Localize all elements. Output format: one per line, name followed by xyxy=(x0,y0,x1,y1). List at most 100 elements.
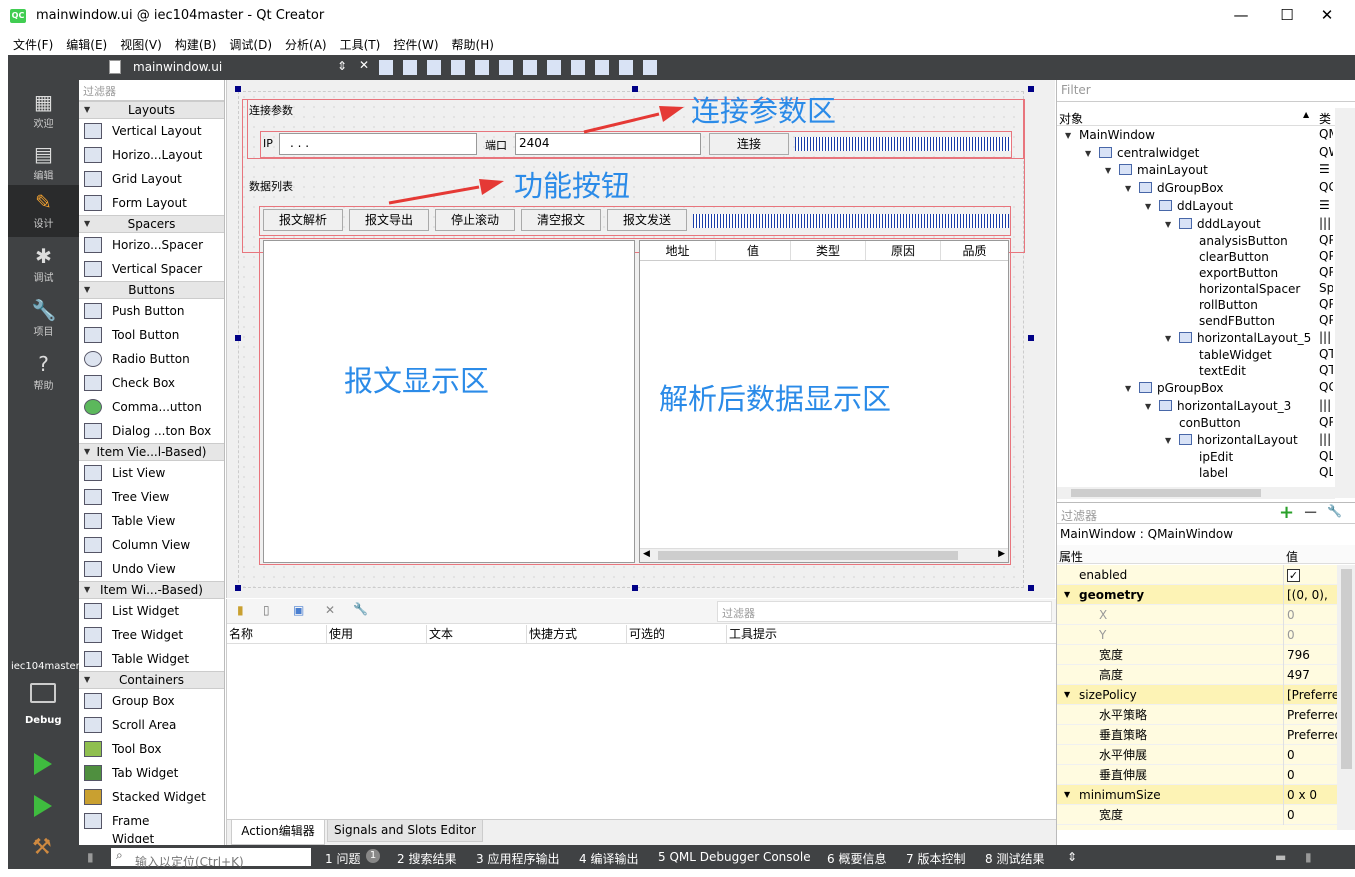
configure-icon[interactable]: 🔧 xyxy=(1327,504,1342,518)
kit-project-label[interactable]: iec104master xyxy=(11,661,80,672)
menu-tools[interactable]: 工具(T) xyxy=(327,33,387,53)
property-row-minimumsize[interactable]: ▼ minimumSize 0 x 0 xyxy=(1057,785,1337,805)
property-row-height[interactable]: 高度 497 xyxy=(1057,665,1337,685)
tree-item-ipedit[interactable]: ipEdit xyxy=(1057,449,1327,466)
menu-edit[interactable]: 编辑(E) xyxy=(53,33,113,53)
expand-icon[interactable]: ▼ xyxy=(1145,398,1151,415)
widget-undo-view[interactable]: Undo View xyxy=(79,557,224,581)
file-tab[interactable]: mainwindow.ui xyxy=(133,60,222,74)
tree-item-sendfbutton[interactable]: sendFButton xyxy=(1057,313,1327,330)
tree-item-clearbutton[interactable]: clearButton xyxy=(1057,249,1327,266)
property-row-enabled[interactable]: enabled ✓ xyxy=(1057,565,1337,585)
expand-icon[interactable]: ▼ xyxy=(1064,585,1070,605)
form-editor-tools-icon[interactable] xyxy=(379,60,659,75)
column-header-text[interactable]: 文本 xyxy=(427,625,527,643)
widget-dialog-button-box[interactable]: Dialog ...ton Box xyxy=(79,419,224,443)
resize-handle[interactable] xyxy=(1028,335,1034,341)
widget-widget[interactable]: Widget xyxy=(79,833,224,843)
menu-file[interactable]: 文件(F) xyxy=(0,33,59,53)
resize-handle[interactable] xyxy=(235,585,241,591)
property-row-y[interactable]: Y0 xyxy=(1057,625,1337,645)
close-button[interactable]: ✕ xyxy=(1304,0,1350,33)
resize-handle[interactable] xyxy=(1028,86,1034,92)
menu-help[interactable]: 帮助(H) xyxy=(439,33,500,53)
property-row-vpolicy[interactable]: 垂直策略 Preferred xyxy=(1057,725,1337,745)
pane-issues[interactable]: 1 问题 xyxy=(325,850,360,867)
checkbox-checked-icon[interactable]: ✓ xyxy=(1287,569,1300,582)
property-row-min-width[interactable]: 宽度 0 xyxy=(1057,805,1337,825)
resize-handle[interactable] xyxy=(632,585,638,591)
property-value[interactable]: Preferred xyxy=(1283,725,1337,745)
property-value[interactable]: 0 xyxy=(1283,805,1337,825)
menu-analyze[interactable]: 分析(A) xyxy=(272,33,333,53)
property-row-x[interactable]: X0 xyxy=(1057,605,1337,625)
file-switch-arrows-icon[interactable]: ⇕ xyxy=(337,59,347,73)
locator-input[interactable]: ⌕ 输入以定位(Ctrl+K) xyxy=(111,848,311,869)
widget-table-widget[interactable]: Table Widget xyxy=(79,647,224,671)
widget-group-box[interactable]: Group Box xyxy=(79,689,224,713)
build-config-label[interactable]: Debug xyxy=(25,715,62,726)
pane-test-results[interactable]: 8 测试结果 xyxy=(985,850,1044,867)
run-icon[interactable] xyxy=(34,753,52,775)
property-row-vstretch[interactable]: 垂直伸展 0 xyxy=(1057,765,1337,785)
sidebar-toggle-icon[interactable]: ▮ xyxy=(87,850,94,864)
property-value[interactable]: 497 xyxy=(1283,665,1337,685)
property-value[interactable]: [(0, 0), 79 xyxy=(1283,585,1337,605)
property-value[interactable]: 0 xyxy=(1283,605,1337,625)
delete-action-icon[interactable]: ✕ xyxy=(325,603,335,617)
sort-asc-icon[interactable]: ▲ xyxy=(1303,110,1309,119)
widget-grid-layout[interactable]: Grid Layout xyxy=(79,167,224,191)
category-buttons[interactable]: Buttons xyxy=(79,281,224,299)
menu-widgets[interactable]: 控件(W) xyxy=(380,33,444,53)
widget-stacked-widget[interactable]: Stacked Widget xyxy=(79,785,224,809)
expand-icon[interactable]: ▼ xyxy=(1165,432,1171,449)
category-spacers[interactable]: Spacers xyxy=(79,215,224,233)
tree-vertical-scrollbar[interactable] xyxy=(1335,108,1355,498)
widget-check-box[interactable]: Check Box xyxy=(79,371,224,395)
scroll-left-icon[interactable]: ◀ xyxy=(643,549,650,559)
property-row-width[interactable]: 宽度 796 xyxy=(1057,645,1337,665)
add-property-icon[interactable]: + xyxy=(1279,502,1294,523)
widget-list-widget[interactable]: List Widget xyxy=(79,599,224,623)
tab-action-editor[interactable]: Action编辑器 xyxy=(231,820,325,845)
widget-tool-button[interactable]: Tool Button xyxy=(79,323,224,347)
widget-filter-input[interactable]: 过滤器 xyxy=(79,80,224,101)
tree-item-horizontallayout[interactable]: ▼ horizontalLayout xyxy=(1057,432,1327,449)
column-header-quality[interactable]: 品质 xyxy=(941,241,1008,260)
property-row-hpolicy[interactable]: 水平策略 Preferred xyxy=(1057,705,1337,725)
column-header-cause[interactable]: 原因 xyxy=(866,241,941,260)
new-action-icon[interactable]: ▮ xyxy=(237,603,244,617)
widget-tab-widget[interactable]: Tab Widget xyxy=(79,761,224,785)
minimize-button[interactable]: — xyxy=(1218,0,1264,33)
property-filter-input[interactable]: 过滤器 xyxy=(1061,507,1097,524)
tree-item-pgroupbox[interactable]: ▼ pGroupBox xyxy=(1057,380,1327,397)
horizontal-scrollbar[interactable]: ◀ ▶ xyxy=(640,548,1008,562)
copy-action-icon[interactable]: ▯ xyxy=(263,603,270,617)
build-hammer-icon[interactable]: ⚒ xyxy=(32,835,52,860)
object-filter-input[interactable]: Filter xyxy=(1057,80,1355,102)
configure-icon[interactable]: 🔧 xyxy=(353,602,368,616)
expand-icon[interactable]: ▼ xyxy=(1085,145,1091,162)
mode-design[interactable]: ✎ 设计 xyxy=(8,185,79,237)
column-header-class[interactable]: 类 xyxy=(1319,110,1331,127)
column-header-object[interactable]: 对象 xyxy=(1059,110,1083,127)
property-row-hstretch[interactable]: 水平伸展 0 xyxy=(1057,745,1337,765)
widget-scroll-area[interactable]: Scroll Area xyxy=(79,713,224,737)
tree-item-tablewidget[interactable]: tableWidget xyxy=(1057,347,1327,364)
tab-signals-slots[interactable]: Signals and Slots Editor xyxy=(327,820,483,842)
resize-handle[interactable] xyxy=(1028,585,1034,591)
expand-icon[interactable]: ▼ xyxy=(1125,180,1131,197)
pane-switch-arrows-icon[interactable]: ⇕ xyxy=(1067,850,1077,864)
column-header-tooltip[interactable]: 工具提示 xyxy=(727,625,847,643)
property-value[interactable]: 796 xyxy=(1283,645,1337,665)
mode-edit[interactable]: ▤ 编辑 xyxy=(8,137,79,189)
column-header-checkable[interactable]: 可选的 xyxy=(627,625,727,643)
expand-icon[interactable]: ▼ xyxy=(1064,785,1070,805)
tree-item-horizontallayout3[interactable]: ▼ horizontalLayout_3 xyxy=(1057,398,1327,415)
property-row-geometry[interactable]: ▼ geometry [(0, 0), 79 xyxy=(1057,585,1337,605)
tree-item-horizontalspacer[interactable]: horizontalSpacer xyxy=(1057,281,1327,298)
scroll-thumb[interactable] xyxy=(658,551,958,560)
column-header-property[interactable]: 属性 xyxy=(1059,548,1083,565)
tree-item-conbutton[interactable]: conButton xyxy=(1057,415,1327,432)
menu-view[interactable]: 视图(V) xyxy=(107,33,168,53)
